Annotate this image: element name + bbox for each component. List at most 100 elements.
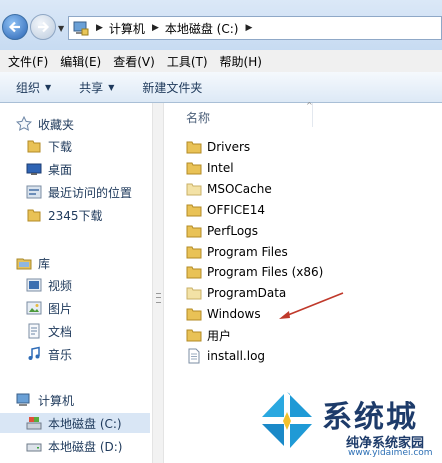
menu-tools[interactable]: 工具(T) <box>161 53 214 70</box>
file-item[interactable]: install.log <box>186 346 265 366</box>
nav-item-label: 桌面 <box>48 162 73 177</box>
nav-item-music[interactable]: 音乐 <box>26 344 72 364</box>
computer-header[interactable]: 计算机 <box>16 390 74 410</box>
libraries-header[interactable]: 库 <box>16 253 50 273</box>
organize-label: 组织 <box>16 80 41 95</box>
library-icon <box>16 258 32 270</box>
folder-icon <box>186 308 202 321</box>
nav-item-desktop[interactable]: 桌面 <box>26 159 72 179</box>
music-library-icon <box>28 346 40 360</box>
folder-icon <box>186 204 202 217</box>
item-name: 用户 <box>207 328 232 343</box>
folder-icon <box>186 266 202 279</box>
menu-bar: 文件(F) 编辑(E) 查看(V) 工具(T) 帮助(H) <box>0 50 442 73</box>
drive-c-icon <box>26 417 42 430</box>
pane-splitter[interactable] <box>152 103 164 463</box>
item-name: Windows <box>207 307 261 322</box>
folder-item[interactable]: ProgramData <box>186 283 286 303</box>
item-name: Program Files <box>207 244 288 259</box>
column-header-name[interactable]: 名称 <box>186 109 210 126</box>
item-name: MSOCache <box>207 181 272 196</box>
folder-icon <box>186 329 202 342</box>
forward-button[interactable] <box>30 14 56 40</box>
libraries-label: 库 <box>38 256 51 271</box>
folder-icon <box>186 287 202 300</box>
column-divider[interactable] <box>312 103 313 127</box>
new-folder-button[interactable]: 新建文件夹 <box>142 79 202 96</box>
nav-item-pictures[interactable]: 图片 <box>26 298 72 318</box>
nav-item-label: 视频 <box>48 278 73 293</box>
share-label: 共享 <box>79 80 104 95</box>
nav-item-label: 本地磁盘 (D:) <box>48 439 123 454</box>
nav-item-label: 音乐 <box>48 347 73 362</box>
nav-item-label: 文档 <box>48 324 73 339</box>
item-name: install.log <box>207 349 266 363</box>
nav-item-documents[interactable]: 文档 <box>26 321 72 341</box>
nav-item-label: 本地磁盘 (C:) <box>48 416 122 431</box>
star-icon <box>16 116 32 131</box>
folder-icon <box>186 225 202 238</box>
watermark-title: 系统城 <box>322 400 418 435</box>
nav-item-2345-downloads[interactable]: 2345下载 <box>26 205 103 225</box>
nav-item-recent-places[interactable]: 最近访问的位置 <box>26 182 132 202</box>
folder-item[interactable]: MSOCache <box>186 179 272 199</box>
folder-icon <box>186 141 202 154</box>
breadcrumb-drive-c[interactable]: 本地磁盘 (C:) <box>165 20 239 37</box>
navigation-pane: 收藏夹 下载 桌面 最近访问的位置 2345下载 库 视频 图片 文档 音乐 计… <box>0 103 152 463</box>
breadcrumb-computer[interactable]: 计算机 <box>109 20 145 37</box>
item-name: Intel <box>207 160 234 175</box>
organize-button[interactable]: 组织 ▼ <box>16 79 51 96</box>
computer-label: 计算机 <box>38 393 75 408</box>
chevron-right-icon[interactable]: ▶ <box>245 23 252 33</box>
recent-places-icon <box>26 185 42 199</box>
item-name: ProgramData <box>207 286 287 301</box>
folder-icon <box>27 140 41 153</box>
desktop-icon <box>26 163 42 175</box>
nav-item-label: 最近访问的位置 <box>48 185 133 200</box>
item-name: Program Files (x86) <box>207 265 324 280</box>
menu-help[interactable]: 帮助(H) <box>214 53 268 70</box>
back-button[interactable] <box>2 14 28 40</box>
computer-icon <box>73 21 89 36</box>
nav-item-drive-d[interactable]: 本地磁盘 (D:) <box>26 436 122 456</box>
item-name: OFFICE14 <box>207 202 266 217</box>
folder-item[interactable]: 用户 <box>186 325 231 345</box>
folder-item[interactable]: Program Files (x86) <box>186 262 323 282</box>
arrow-left-icon <box>8 21 20 33</box>
watermark-url: www.yidaimei.com <box>348 448 433 458</box>
nav-item-downloads[interactable]: 下载 <box>26 136 72 156</box>
item-name: PerfLogs <box>207 223 259 238</box>
menu-file[interactable]: 文件(F) <box>2 53 54 70</box>
folder-icon <box>27 209 41 222</box>
chevron-right-icon[interactable]: ▶ <box>152 23 159 33</box>
annotation-arrow-icon <box>279 292 344 319</box>
folder-item[interactable]: Intel <box>186 158 234 178</box>
folder-item[interactable]: Windows <box>186 304 261 324</box>
folder-item[interactable]: PerfLogs <box>186 221 258 241</box>
watermark: 系统城 纯净系统家园 www.yidaimei.com <box>250 384 442 463</box>
folder-icon <box>186 162 202 175</box>
nav-item-label: 下载 <box>48 139 73 154</box>
recent-pages-dropdown[interactable]: ▼ <box>58 24 64 33</box>
folder-icon <box>186 183 202 196</box>
folder-item[interactable]: Program Files <box>186 242 288 262</box>
folder-item[interactable]: OFFICE14 <box>186 200 265 220</box>
address-bar-area: ▼ ▶ 计算机 ▶ 本地磁盘 (C:) ▶ <box>0 0 442 50</box>
computer-icon <box>16 393 30 406</box>
grip-icon <box>156 293 161 303</box>
share-button[interactable]: 共享 ▼ <box>79 79 114 96</box>
nav-item-label: 2345下载 <box>48 208 103 223</box>
documents-library-icon <box>28 323 40 339</box>
favorites-header[interactable]: 收藏夹 <box>16 114 74 134</box>
item-name: Drivers <box>207 140 251 154</box>
menu-edit[interactable]: 编辑(E) <box>54 53 107 70</box>
nav-item-videos[interactable]: 视频 <box>26 275 72 295</box>
breadcrumb[interactable]: ▶ 计算机 ▶ 本地磁盘 (C:) ▶ <box>68 16 442 40</box>
menu-view[interactable]: 查看(V) <box>107 53 161 70</box>
favorites-label: 收藏夹 <box>38 117 75 132</box>
nav-item-drive-c[interactable]: 本地磁盘 (C:) <box>0 413 150 433</box>
video-library-icon <box>26 278 42 292</box>
chevron-right-icon[interactable]: ▶ <box>96 23 103 33</box>
nav-item-label: 图片 <box>48 301 73 316</box>
folder-item[interactable]: Drivers <box>186 137 250 157</box>
